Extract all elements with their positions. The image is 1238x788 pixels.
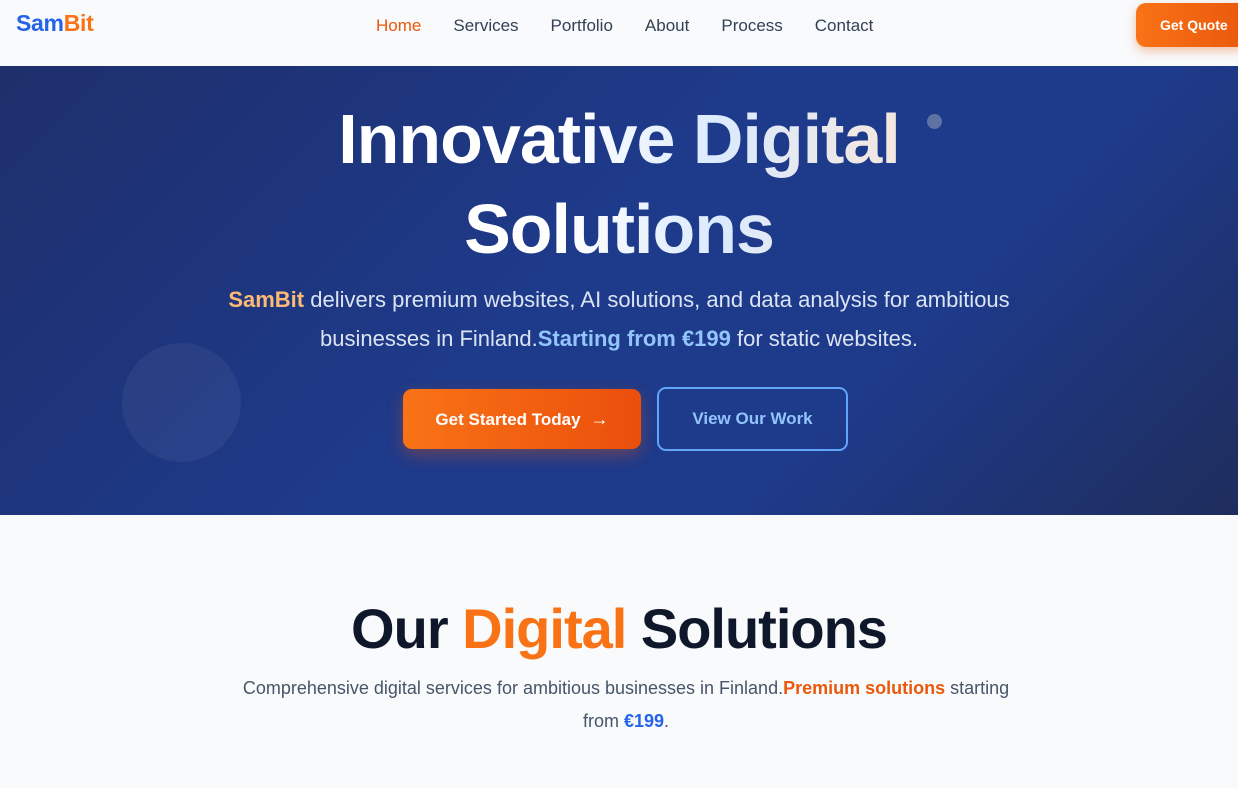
solutions-subtitle: Comprehensive digital services for ambit… (230, 672, 1022, 738)
logo-part-sam: Sam (16, 10, 64, 36)
solutions-sub-highlight: Premium solutions (783, 678, 946, 698)
logo-part-bit: Bit (63, 10, 94, 36)
get-quote-button[interactable]: Get Quote (1136, 3, 1238, 47)
nav-services[interactable]: Services (453, 16, 518, 36)
hero-sub-brand: SamBit (228, 287, 305, 312)
hero-section: Innovative Digital Solutions SamBit deli… (0, 66, 1238, 515)
solutions-title-part2: Solutions (626, 597, 888, 660)
solutions-sub-text1: Comprehensive digital services for ambit… (242, 678, 784, 698)
nav-process[interactable]: Process (721, 16, 782, 36)
get-started-button[interactable]: Get Started Today → (403, 389, 641, 449)
hero-subtitle: SamBit delivers premium websites, AI sol… (200, 280, 1038, 358)
nav-home[interactable]: Home (376, 16, 421, 36)
nav-portfolio[interactable]: Portfolio (551, 16, 613, 36)
nav-about[interactable]: About (645, 16, 689, 36)
site-header: SamBit Home Services Portfolio About Pro… (0, 0, 1238, 66)
solutions-title-part1: Our (351, 597, 463, 660)
get-started-label: Get Started Today (435, 409, 581, 429)
hero-sub-price: Starting from €199 (537, 326, 731, 351)
decorative-circle (122, 343, 241, 462)
nav-contact[interactable]: Contact (815, 16, 874, 36)
main-nav: Home Services Portfolio About Process Co… (376, 16, 905, 36)
solutions-sub-text3: . (664, 711, 670, 731)
hero-title-line2: Solutions (464, 190, 774, 268)
sambit-logo[interactable]: SamBit (16, 10, 94, 37)
view-our-work-button[interactable]: View Our Work (657, 387, 848, 451)
hero-title-line1: Innovative Digital (338, 100, 900, 178)
solutions-title-accent: Digital (462, 597, 627, 660)
solutions-title: Our Digital Solutions (0, 592, 1238, 666)
arrow-right-icon: → (590, 408, 609, 429)
solutions-sub-price: €199 (623, 711, 665, 731)
hero-sub-text2: for static websites. (730, 326, 918, 351)
hero-title: Innovative Digital Solutions (0, 94, 1238, 274)
